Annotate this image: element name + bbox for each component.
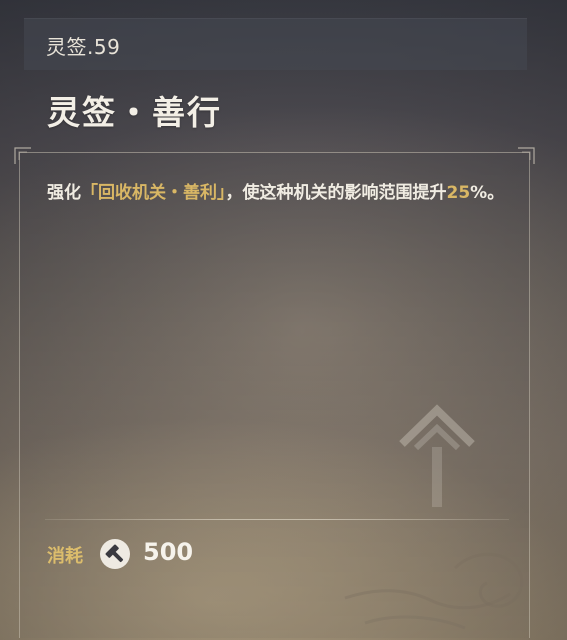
description-text: 强化 <box>47 183 81 203</box>
corner-ornament-icon <box>518 147 535 164</box>
divider <box>45 519 509 520</box>
description-panel <box>14 147 535 638</box>
description-text: %。 <box>470 183 505 203</box>
cost-value: 500 <box>143 538 194 566</box>
cost-label: 消耗 <box>47 546 83 567</box>
bonus-value: 25 <box>446 183 471 203</box>
header-bar: 灵签.59 <box>24 18 527 70</box>
corner-ornament-icon <box>14 147 31 164</box>
mechanism-name: 「回收机关・善利」 <box>81 183 226 203</box>
hammer-icon <box>100 539 130 569</box>
skill-description: 强化「回收机关・善利」，使这种机关的影响范围提升25%。 <box>47 178 507 208</box>
header-tag: 灵签.59 <box>46 35 121 59</box>
card-title: 灵签・善行 <box>47 93 222 132</box>
description-text: ，使这种机关的影响范围提升 <box>225 183 447 203</box>
